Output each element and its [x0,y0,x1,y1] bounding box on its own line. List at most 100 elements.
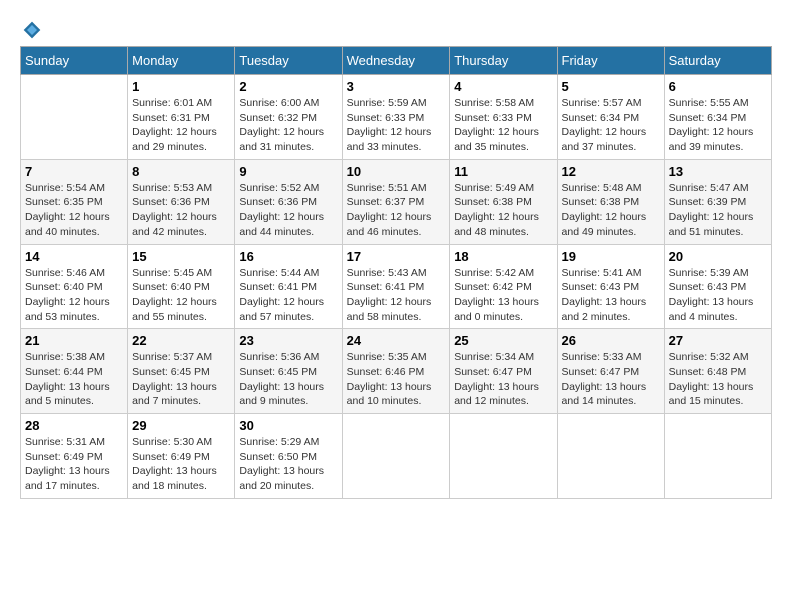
day-info: Sunrise: 5:39 AMSunset: 6:43 PMDaylight:… [669,266,767,325]
day-info: Sunrise: 5:55 AMSunset: 6:34 PMDaylight:… [669,96,767,155]
day-info: Sunrise: 5:32 AMSunset: 6:48 PMDaylight:… [669,350,767,409]
day-number: 4 [454,79,552,94]
calendar-cell [21,75,128,160]
calendar-table: SundayMondayTuesdayWednesdayThursdayFrid… [20,46,772,499]
calendar-cell: 16 Sunrise: 5:44 AMSunset: 6:41 PMDayligh… [235,244,342,329]
calendar-cell: 14 Sunrise: 5:46 AMSunset: 6:40 PMDayligh… [21,244,128,329]
day-info: Sunrise: 6:01 AMSunset: 6:31 PMDaylight:… [132,96,230,155]
day-info: Sunrise: 5:31 AMSunset: 6:49 PMDaylight:… [25,435,123,494]
day-info: Sunrise: 5:38 AMSunset: 6:44 PMDaylight:… [25,350,123,409]
calendar-cell: 26 Sunrise: 5:33 AMSunset: 6:47 PMDayligh… [557,329,664,414]
day-number: 14 [25,249,123,264]
day-info: Sunrise: 5:33 AMSunset: 6:47 PMDaylight:… [562,350,660,409]
calendar-cell: 17Sunrise: 5:43 AMSunset: 6:41 PMDayligh… [342,244,450,329]
day-info: Sunrise: 5:48 AMSunset: 6:38 PMDaylight:… [562,181,660,240]
calendar-cell: 21 Sunrise: 5:38 AMSunset: 6:44 PMDayligh… [21,329,128,414]
day-info: Sunrise: 5:35 AMSunset: 6:46 PMDaylight:… [347,350,446,409]
day-info: Sunrise: 5:46 AMSunset: 6:40 PMDaylight:… [25,266,123,325]
day-info: Sunrise: 5:37 AMSunset: 6:45 PMDaylight:… [132,350,230,409]
day-number: 21 [25,333,123,348]
day-number: 22 [132,333,230,348]
logo [20,20,42,36]
calendar-cell: 13 Sunrise: 5:47 AMSunset: 6:39 PMDayligh… [664,159,771,244]
column-header-thursday: Thursday [450,47,557,75]
calendar-cell: 18 Sunrise: 5:42 AMSunset: 6:42 PMDayligh… [450,244,557,329]
column-header-wednesday: Wednesday [342,47,450,75]
day-info: Sunrise: 5:29 AMSunset: 6:50 PMDaylight:… [239,435,337,494]
calendar-week-row: 1 Sunrise: 6:01 AMSunset: 6:31 PMDaylight… [21,75,772,160]
day-info: Sunrise: 5:58 AMSunset: 6:33 PMDaylight:… [454,96,552,155]
day-number: 24 [347,333,446,348]
calendar-cell: 19Sunrise: 5:41 AMSunset: 6:43 PMDayligh… [557,244,664,329]
calendar-cell [557,414,664,499]
day-number: 18 [454,249,552,264]
calendar-cell [664,414,771,499]
calendar-cell: 8 Sunrise: 5:53 AMSunset: 6:36 PMDaylight… [128,159,235,244]
day-number: 8 [132,164,230,179]
day-number: 12 [562,164,660,179]
day-info: Sunrise: 5:51 AMSunset: 6:37 PMDaylight:… [347,181,446,240]
day-info: Sunrise: 5:59 AMSunset: 6:33 PMDaylight:… [347,96,446,155]
calendar-cell: 12 Sunrise: 5:48 AMSunset: 6:38 PMDayligh… [557,159,664,244]
column-header-saturday: Saturday [664,47,771,75]
day-number: 25 [454,333,552,348]
calendar-cell: 2 Sunrise: 6:00 AMSunset: 6:32 PMDaylight… [235,75,342,160]
day-number: 10 [347,164,446,179]
day-info: Sunrise: 5:41 AMSunset: 6:43 PMDaylight:… [562,266,660,325]
calendar-cell: 3 Sunrise: 5:59 AMSunset: 6:33 PMDaylight… [342,75,450,160]
day-info: Sunrise: 5:47 AMSunset: 6:39 PMDaylight:… [669,181,767,240]
day-number: 26 [562,333,660,348]
day-info: Sunrise: 5:49 AMSunset: 6:38 PMDaylight:… [454,181,552,240]
day-info: Sunrise: 5:42 AMSunset: 6:42 PMDaylight:… [454,266,552,325]
column-header-sunday: Sunday [21,47,128,75]
day-number: 3 [347,79,446,94]
day-number: 29 [132,418,230,433]
page-header [20,20,772,36]
calendar-cell: 29 Sunrise: 5:30 AMSunset: 6:49 PMDayligh… [128,414,235,499]
day-number: 13 [669,164,767,179]
column-header-monday: Monday [128,47,235,75]
calendar-week-row: 28 Sunrise: 5:31 AMSunset: 6:49 PMDayligh… [21,414,772,499]
calendar-cell: 7Sunrise: 5:54 AMSunset: 6:35 PMDaylight… [21,159,128,244]
calendar-cell: 27 Sunrise: 5:32 AMSunset: 6:48 PMDayligh… [664,329,771,414]
day-number: 6 [669,79,767,94]
calendar-cell [450,414,557,499]
logo-icon [22,20,42,40]
day-number: 16 [239,249,337,264]
day-info: Sunrise: 5:36 AMSunset: 6:45 PMDaylight:… [239,350,337,409]
day-number: 11 [454,164,552,179]
day-number: 9 [239,164,337,179]
day-number: 1 [132,79,230,94]
calendar-cell: 24 Sunrise: 5:35 AMSunset: 6:46 PMDayligh… [342,329,450,414]
day-number: 5 [562,79,660,94]
calendar-week-row: 21 Sunrise: 5:38 AMSunset: 6:44 PMDayligh… [21,329,772,414]
calendar-header-row: SundayMondayTuesdayWednesdayThursdayFrid… [21,47,772,75]
day-info: Sunrise: 5:30 AMSunset: 6:49 PMDaylight:… [132,435,230,494]
calendar-cell [342,414,450,499]
calendar-cell: 28 Sunrise: 5:31 AMSunset: 6:49 PMDayligh… [21,414,128,499]
column-header-tuesday: Tuesday [235,47,342,75]
calendar-week-row: 7Sunrise: 5:54 AMSunset: 6:35 PMDaylight… [21,159,772,244]
calendar-cell: 20 Sunrise: 5:39 AMSunset: 6:43 PMDayligh… [664,244,771,329]
day-number: 20 [669,249,767,264]
day-info: Sunrise: 5:43 AMSunset: 6:41 PMDaylight:… [347,266,446,325]
day-number: 23 [239,333,337,348]
column-header-friday: Friday [557,47,664,75]
day-info: Sunrise: 5:57 AMSunset: 6:34 PMDaylight:… [562,96,660,155]
day-info: Sunrise: 5:44 AMSunset: 6:41 PMDaylight:… [239,266,337,325]
day-number: 28 [25,418,123,433]
calendar-cell: 10 Sunrise: 5:51 AMSunset: 6:37 PMDayligh… [342,159,450,244]
day-info: Sunrise: 6:00 AMSunset: 6:32 PMDaylight:… [239,96,337,155]
day-info: Sunrise: 5:53 AMSunset: 6:36 PMDaylight:… [132,181,230,240]
calendar-cell: 25Sunrise: 5:34 AMSunset: 6:47 PMDayligh… [450,329,557,414]
calendar-cell: 9 Sunrise: 5:52 AMSunset: 6:36 PMDaylight… [235,159,342,244]
calendar-cell: 6 Sunrise: 5:55 AMSunset: 6:34 PMDaylight… [664,75,771,160]
day-info: Sunrise: 5:45 AMSunset: 6:40 PMDaylight:… [132,266,230,325]
day-info: Sunrise: 5:52 AMSunset: 6:36 PMDaylight:… [239,181,337,240]
day-number: 30 [239,418,337,433]
day-number: 27 [669,333,767,348]
day-number: 15 [132,249,230,264]
day-number: 2 [239,79,337,94]
day-info: Sunrise: 5:54 AMSunset: 6:35 PMDaylight:… [25,181,123,240]
calendar-cell: 30 Sunrise: 5:29 AMSunset: 6:50 PMDayligh… [235,414,342,499]
